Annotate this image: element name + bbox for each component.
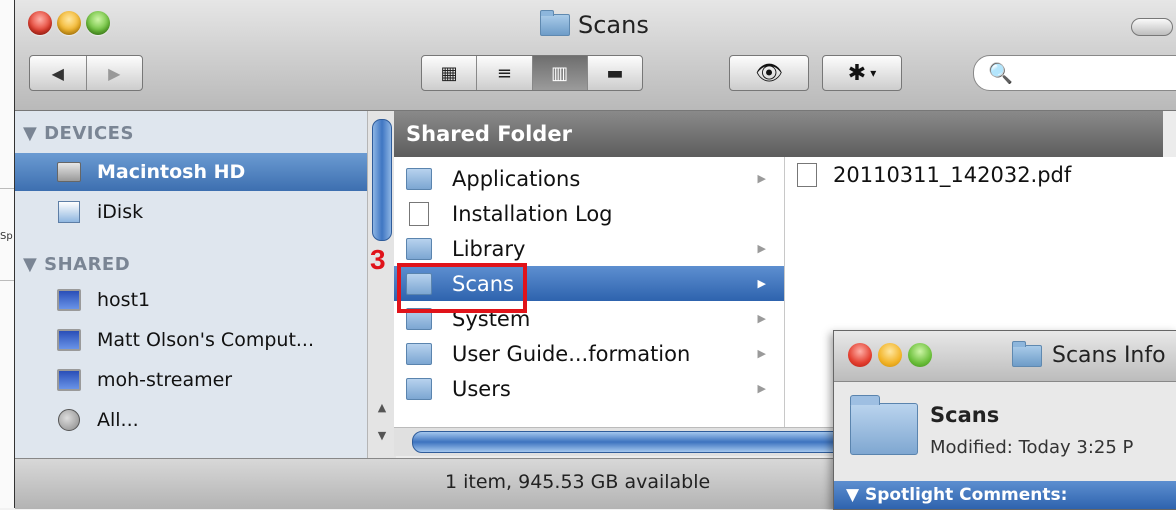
sidebar-item-idisk[interactable]: iDisk — [15, 193, 367, 231]
minimize-button[interactable] — [57, 11, 81, 35]
eye-icon: 👁 — [755, 60, 783, 86]
minimize-button[interactable] — [878, 343, 902, 367]
pdf-file-icon — [797, 163, 817, 187]
list-item-user-guide[interactable]: User Guide...formation ▶ — [394, 336, 784, 371]
folder-icon — [540, 10, 570, 36]
list-item-label: 20110311_142032.pdf — [833, 163, 1072, 187]
chevron-right-icon: ▶ — [757, 172, 766, 185]
close-button[interactable] — [848, 343, 872, 367]
sidebar-item-all[interactable]: All... — [15, 401, 367, 439]
folder-icon — [406, 167, 432, 190]
list-item-label: Applications — [452, 166, 581, 191]
list-item-label: Library — [452, 236, 526, 261]
list-item-pdf[interactable]: 20110311_142032.pdf — [797, 163, 1071, 187]
icon-view-button[interactable]: ▦ — [422, 56, 476, 90]
status-text: 1 item, 945.53 GB available — [445, 471, 711, 493]
monitor-icon — [57, 289, 81, 311]
laptop-icon — [57, 329, 81, 351]
column-header: Shared Folder — [394, 111, 1163, 157]
list-item-users[interactable]: Users ▶ — [394, 371, 784, 406]
monitor-icon — [57, 369, 81, 391]
scroll-up-arrow[interactable]: ▲ — [368, 401, 396, 414]
sidebar-item-label: moh-streamer — [97, 369, 233, 391]
sidebar-item-host1[interactable]: host1 — [15, 281, 367, 319]
info-window: Scans Info Scans Modified: Today 3:25 P … — [833, 330, 1176, 510]
alias-folder-icon — [406, 342, 432, 365]
back-forward-buttons: ◀ ▶ — [29, 55, 143, 91]
info-name: Scans — [930, 403, 1000, 427]
scrollbar-thumb[interactable] — [372, 119, 392, 241]
sidebar-item-macintosh-hd[interactable]: Macintosh HD — [15, 153, 367, 191]
window-title-text: Scans — [578, 11, 649, 39]
folder-icon — [406, 237, 432, 260]
coverflow-view-button[interactable]: ▬ — [586, 56, 642, 90]
globe-icon — [57, 409, 81, 431]
action-button[interactable]: ✱ ▾ — [822, 55, 902, 91]
list-item-applications[interactable]: Applications ▶ — [394, 161, 784, 196]
close-button[interactable] — [28, 11, 52, 35]
chevron-right-icon: ▶ — [757, 242, 766, 255]
hard-drive-icon — [57, 161, 81, 183]
toolbar-toggle-button[interactable] — [1131, 18, 1173, 36]
list-item-library[interactable]: Library ▶ — [394, 231, 784, 266]
list-item-label: User Guide...formation — [452, 341, 691, 366]
spotlight-comments-label: ▼ Spotlight Comments: — [846, 485, 1068, 505]
column-header-title: Shared Folder — [406, 122, 572, 146]
list-item-label: Installation Log — [452, 201, 613, 226]
list-view-button[interactable]: ≡ — [476, 56, 531, 90]
chevron-right-icon: ▶ — [757, 382, 766, 395]
folder-icon — [406, 377, 432, 400]
sidebar-item-label: iDisk — [97, 201, 144, 223]
scrollbar-thumb[interactable] — [412, 431, 844, 453]
column-view-button[interactable]: ▥ — [531, 56, 587, 90]
zoom-button[interactable] — [908, 343, 932, 367]
list-item-label: Users — [452, 376, 511, 401]
chevron-right-icon: ▶ — [757, 347, 766, 360]
sidebar: ▼ DEVICES Macintosh HD iDisk ▼ SHARED ho… — [15, 111, 367, 458]
search-field[interactable]: 🔍 — [973, 55, 1176, 91]
folder-icon — [1012, 340, 1042, 367]
folder-icon — [850, 395, 918, 455]
info-title: Scans Info — [1012, 340, 1166, 368]
sidebar-item-label: Matt Olson's Comput... — [97, 329, 315, 351]
search-input[interactable] — [1018, 63, 1173, 83]
list-item-installation-log[interactable]: Installation Log — [394, 196, 784, 231]
sidebar-scrollbar[interactable]: ▲ ▼ — [367, 111, 396, 458]
search-icon: 🔍 — [988, 61, 1013, 85]
chevron-right-icon: ▶ — [757, 312, 766, 325]
idisk-icon — [57, 201, 81, 223]
sidebar-item-matt-olson[interactable]: Matt Olson's Comput... — [15, 321, 367, 359]
chevron-right-icon: ▶ — [757, 277, 766, 290]
window-title: Scans — [540, 10, 649, 40]
toolbar: Scans ◀ ▶ ▦ ≡ ▥ ▬ 👁 ✱ ▾ 🔍 — [15, 0, 1176, 111]
zoom-button[interactable] — [86, 11, 110, 35]
background-label: Sp — [0, 231, 13, 242]
quick-look-button[interactable]: 👁 — [729, 55, 809, 91]
highlight-box — [397, 263, 527, 313]
sidebar-item-label: Macintosh HD — [97, 161, 246, 183]
sidebar-item-label: host1 — [97, 289, 151, 311]
info-modified: Modified: Today 3:25 P — [930, 437, 1134, 458]
gear-icon: ✱ — [847, 60, 867, 86]
step-number: 3 — [370, 244, 386, 275]
scroll-down-arrow[interactable]: ▼ — [368, 429, 396, 442]
info-title-text: Scans Info — [1052, 343, 1166, 368]
forward-button[interactable]: ▶ — [85, 56, 143, 90]
sidebar-item-moh-streamer[interactable]: moh-streamer — [15, 361, 367, 399]
back-button[interactable]: ◀ — [30, 56, 86, 90]
sidebar-item-label: All... — [97, 409, 139, 431]
document-icon — [406, 201, 432, 226]
spotlight-comments-header[interactable]: ▼ Spotlight Comments: — [834, 481, 1176, 509]
info-titlebar: Scans Info — [834, 331, 1176, 382]
sidebar-section-devices[interactable]: ▼ DEVICES — [23, 123, 134, 144]
sidebar-section-shared[interactable]: ▼ SHARED — [23, 254, 130, 275]
chevron-down-icon: ▾ — [870, 66, 877, 80]
view-switcher: ▦ ≡ ▥ ▬ — [421, 55, 643, 91]
